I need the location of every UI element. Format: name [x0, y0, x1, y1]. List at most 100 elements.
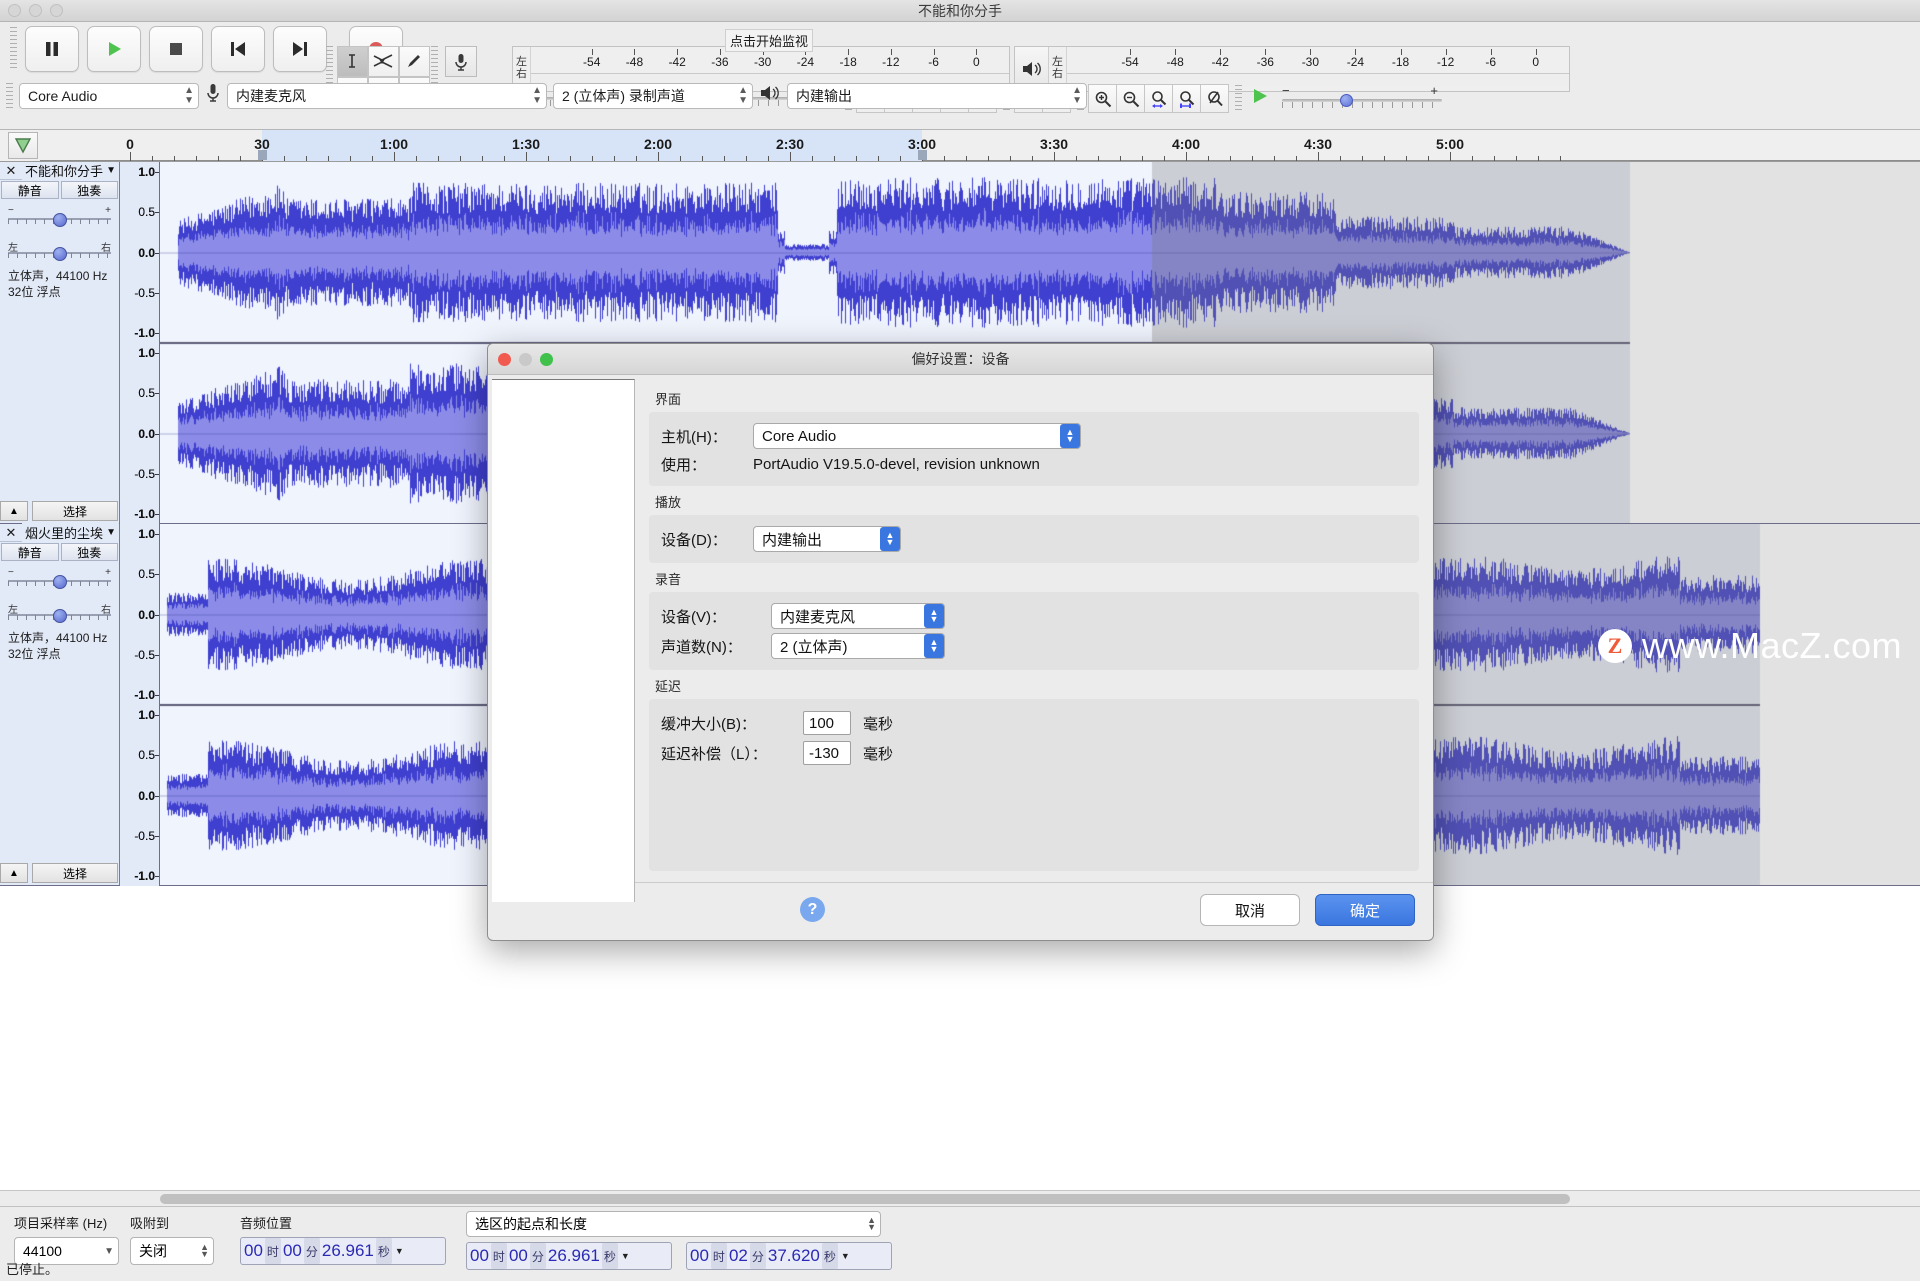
close-icon[interactable]: ✕ [0, 162, 22, 180]
close-icon[interactable]: ✕ [0, 524, 22, 542]
track-select-row[interactable]: ▲ 选择 [0, 501, 118, 521]
mute-button[interactable]: 静音 [1, 543, 59, 561]
timeline-tick [790, 152, 791, 161]
selection-handle[interactable] [258, 150, 267, 160]
selection-start-time-field[interactable]: 00 时 00 分 26.961 秒 ▼ [466, 1242, 672, 1270]
chevron-down-icon[interactable]: ▼ [106, 165, 116, 176]
recording-channels-select[interactable]: 2 (立体声) ▲ ▼ [771, 633, 945, 659]
recording-device-select[interactable]: 内建麦克风 ▲ ▼ [227, 82, 547, 109]
fit-selection-button[interactable] [1144, 84, 1173, 113]
mute-button[interactable]: 静音 [1, 181, 59, 199]
triangle-up-icon[interactable]: ▲ [0, 501, 28, 521]
track-gain-slider[interactable]: − + [8, 205, 111, 228]
ok-button[interactable]: 确定 [1315, 894, 1415, 926]
selection-length-time-field[interactable]: 00 时 02 分 37.620 秒 ▼ [686, 1242, 892, 1270]
chevron-updown-icon[interactable]: ▲ ▼ [1060, 424, 1080, 448]
gain-thumb[interactable] [52, 213, 67, 227]
skip-start-button[interactable] [211, 26, 265, 72]
chevron-down-icon[interactable]: ▼ [839, 1251, 850, 1261]
chevron-updown-icon[interactable]: ▲ ▼ [924, 634, 944, 658]
preferences-category-list[interactable] [492, 379, 635, 902]
zoom-icon[interactable] [50, 4, 63, 17]
horizontal-scrollbar-thumb[interactable] [160, 1194, 1570, 1204]
solo-button[interactable]: 独奏 [60, 543, 118, 561]
buffer-length-input[interactable]: 100 [803, 711, 851, 735]
selection-start-hours: 00 [470, 1246, 489, 1265]
track-gain-slider[interactable]: − + [8, 567, 111, 590]
minimize-icon[interactable] [29, 4, 42, 17]
timeline-ruler-area[interactable]: 0 30 1:00 1:30 2:00 2:30 3:00 3:30 4:00 4:30 5:00 [0, 130, 1920, 162]
stop-button[interactable] [149, 26, 203, 72]
audio-host-select[interactable]: Core Audio ▲ ▼ [19, 82, 199, 109]
track-select-button[interactable]: 选择 [32, 501, 118, 521]
preferences-dialog[interactable]: 偏好设置：设备 界面 主机(H)： Core Audio ▲ ▼ 使用： Por… [487, 343, 1434, 941]
window-traffic-lights[interactable] [8, 4, 63, 17]
pause-button[interactable] [25, 26, 79, 72]
using-label: 使用： [661, 456, 707, 474]
help-button[interactable]: ? [800, 897, 825, 922]
selection-tool[interactable] [336, 45, 368, 77]
gain-minus-label: − [8, 567, 14, 578]
track-pan-slider[interactable]: 左 右 [8, 240, 111, 262]
chevron-updown-icon[interactable]: ▲ ▼ [880, 527, 900, 551]
track-control-panel[interactable]: ✕ 烟火里的尘埃 ▼ 静音 独奏 − + 左 右 立体声，44100 Hz 32… [0, 523, 120, 885]
record-meter-mic-icon[interactable] [445, 46, 477, 77]
track-info: 立体声，44100 Hz 32位 浮点 [0, 262, 119, 300]
timeline-tick [394, 152, 395, 161]
track-select-button[interactable]: 选择 [32, 863, 118, 883]
chevron-down-icon[interactable]: ▼ [106, 527, 116, 538]
snap-to-select[interactable]: 关闭 ▲ ▼ [130, 1237, 214, 1265]
speed-thumb[interactable] [1340, 93, 1353, 107]
recording-channels-select[interactable]: 2 (立体声) 录制声道 ▲ ▼ [553, 82, 753, 109]
draw-tool[interactable] [398, 45, 430, 77]
cancel-button[interactable]: 取消 [1200, 894, 1300, 926]
device-toolbar[interactable]: Core Audio ▲ ▼ 内建麦克风 ▲ ▼ 2 (立体声) 录制声道 ▲ ▼ 内… [6, 82, 1087, 109]
chevron-down-icon[interactable]: ▼ [619, 1251, 630, 1261]
selection-handle[interactable] [918, 150, 927, 160]
track-name[interactable]: 烟火里的尘埃 ▼ [22, 523, 119, 542]
close-icon[interactable] [8, 4, 21, 17]
skip-end-button[interactable] [273, 26, 327, 72]
gain-thumb[interactable] [52, 575, 67, 589]
toolbar-grip[interactable] [10, 27, 17, 71]
zoom-in-button[interactable] [1088, 84, 1117, 113]
track-name[interactable]: 不能和你分手 ▼ [22, 162, 119, 180]
timeline-ruler[interactable]: 0 30 1:00 1:30 2:00 2:30 3:00 3:30 4:00 4:30 5:00 [40, 130, 1920, 161]
envelope-tool[interactable] [367, 45, 399, 77]
track-vertical-ruler: 1.0 0.5 0.0 -0.5 -1.0 1.0 0.5 0.0 -0.5 -1.0 [120, 524, 160, 705]
zoom-icon[interactable] [540, 352, 553, 366]
selection-mode-select[interactable]: 选区的起点和长度 ▲ ▼ [466, 1211, 881, 1237]
host-select[interactable]: Core Audio ▲ ▼ [753, 423, 1081, 449]
track-select-row[interactable]: ▲ 选择 [0, 863, 118, 883]
solo-button[interactable]: 独奏 [60, 181, 118, 199]
minimize-icon[interactable] [519, 352, 532, 366]
vertical-scale-label: 0.0 [138, 245, 155, 260]
playback-device-select[interactable]: 内建输出 ▲ ▼ [787, 82, 1087, 109]
pinned-play-head-icon[interactable] [8, 132, 38, 159]
zoom-out-button[interactable] [1116, 84, 1145, 113]
track-pan-slider[interactable]: 左 右 [8, 602, 111, 624]
audio-position-time-field[interactable]: 00 时 00 分 26.961 秒 ▼ [240, 1237, 446, 1265]
vertical-scale-label: -0.5 [134, 466, 155, 481]
pan-thumb[interactable] [52, 609, 67, 623]
close-icon[interactable] [498, 352, 511, 366]
chevron-updown-icon[interactable]: ▲ ▼ [924, 604, 944, 628]
track-control-panel[interactable]: ✕ 不能和你分手 ▼ 静音 独奏 − + 左 右 立体声，44100 Hz 32… [0, 162, 120, 523]
selection-toolbar[interactable]: 项目采样率 (Hz) 44100 ▼ 吸附到 关闭 ▲ ▼ 音频位置 00 时 0… [0, 1206, 1920, 1281]
pan-thumb[interactable] [52, 247, 67, 261]
latency-compensation-input[interactable]: -130 [803, 741, 851, 765]
recording-device-select[interactable]: 内建麦克风 ▲ ▼ [771, 603, 945, 629]
play-speed-slider[interactable]: − + [1282, 83, 1442, 112]
play-at-speed-button[interactable] [1248, 85, 1272, 112]
play-button[interactable] [87, 26, 141, 72]
meter-tick-label: -30 [753, 55, 772, 69]
zoom-toggle-button[interactable] [1200, 84, 1229, 113]
dialog-traffic-lights[interactable] [498, 352, 553, 366]
chevron-down-icon[interactable]: ▼ [393, 1246, 404, 1256]
playback-device-select[interactable]: 内建输出 ▲ ▼ [753, 526, 901, 552]
toolbar-grip[interactable] [6, 82, 13, 109]
horizontal-scrollbar[interactable] [0, 1190, 1920, 1206]
toolbar-grip[interactable] [1235, 84, 1242, 113]
triangle-up-icon[interactable]: ▲ [0, 863, 28, 883]
fit-project-button[interactable] [1172, 84, 1201, 113]
